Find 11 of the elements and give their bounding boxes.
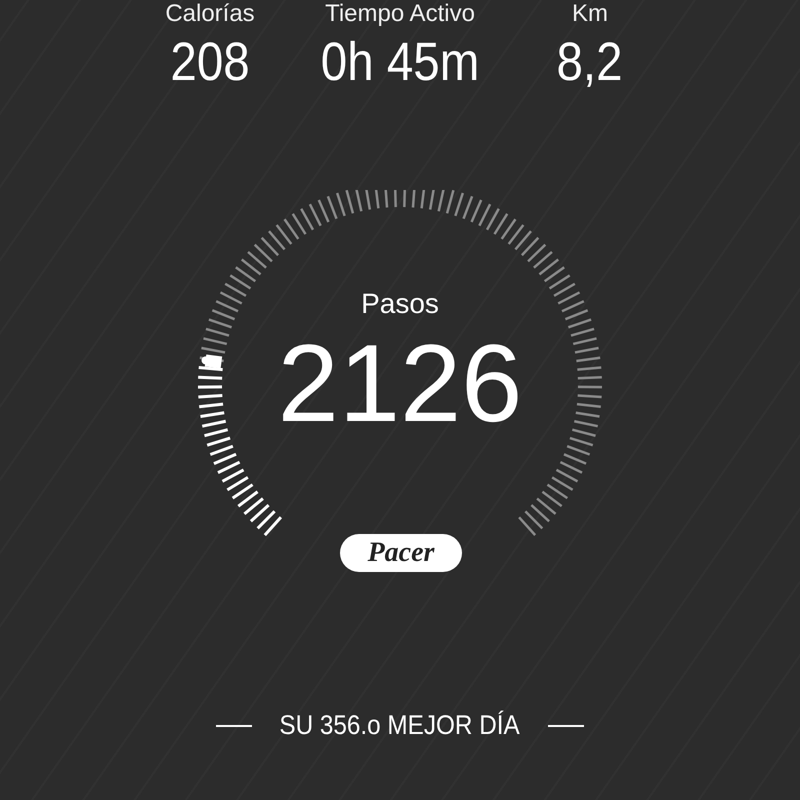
brand-badge[interactable]: Pacer (340, 534, 462, 572)
stat-value: 8,2 (556, 32, 624, 92)
stat-value: 0h 45m (320, 32, 480, 92)
progress-marker (202, 354, 222, 368)
stat-label: Calorías (165, 0, 255, 28)
stat-label: Tiempo Activo (325, 0, 475, 28)
steps-label: Pasos (361, 288, 439, 320)
stat-value: 208 (170, 32, 250, 92)
stat-label: Km (572, 0, 608, 28)
steps-count: 2126 (278, 328, 522, 440)
best-day-text: SU 356.o MEJOR DÍA (280, 710, 520, 741)
